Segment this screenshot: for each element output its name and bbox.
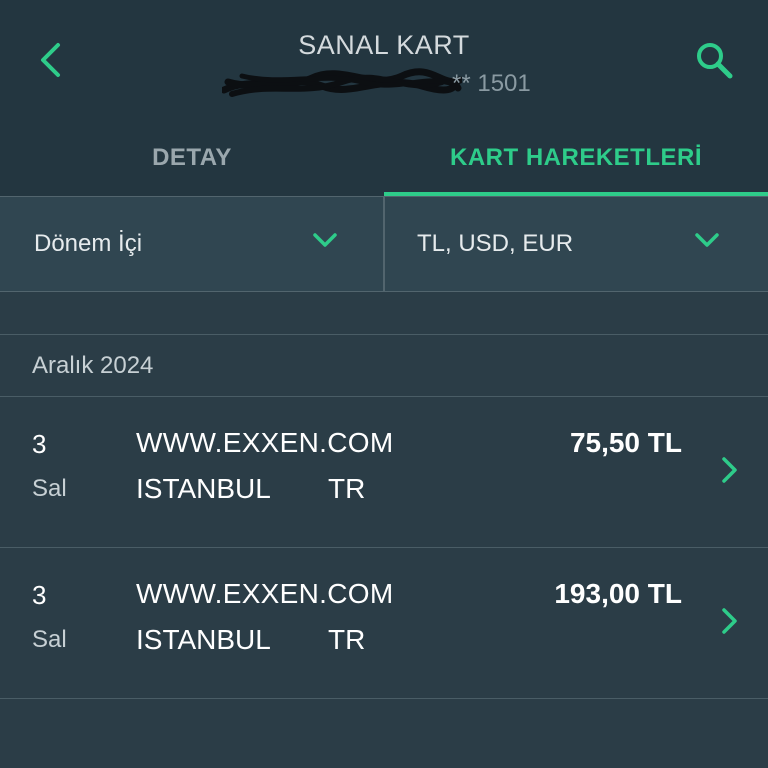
- transaction-day: 3: [32, 429, 47, 459]
- transaction-day: 3: [32, 580, 47, 610]
- screen: SANAL KART ** 1501 DETAY KART HAREKETLER…: [0, 0, 768, 768]
- currency-dropdown-label: TL, USD, EUR: [417, 230, 574, 257]
- page-title: SANAL KART: [298, 30, 470, 60]
- header: SANAL KART ** 1501: [0, 0, 768, 120]
- search-button[interactable]: [690, 36, 738, 84]
- period-dropdown[interactable]: Dönem İçi: [0, 197, 385, 291]
- chevron-right-icon: [722, 457, 737, 483]
- card-number-suffix: ** 1501: [452, 70, 531, 97]
- transaction-amount: 75,50 TL: [569, 427, 682, 458]
- filter-bar: Dönem İçi TL, USD, EUR: [0, 196, 768, 292]
- tab-bar: DETAY KART HAREKETLERİ: [0, 120, 768, 196]
- search-icon: [697, 43, 733, 79]
- transaction-row[interactable]: 3 Sal WWW.EXXEN.COM ISTANBUL TR 193,00 T…: [0, 548, 768, 698]
- transaction-country: TR: [328, 624, 366, 655]
- chevron-down-icon: [695, 233, 719, 247]
- transaction-weekday: Sal: [32, 475, 67, 502]
- transaction-merchant: WWW.EXXEN.COM: [136, 578, 394, 609]
- chevron-right-icon: [722, 608, 737, 634]
- chevron-down-icon: [313, 233, 337, 247]
- transaction-weekday: Sal: [32, 626, 67, 653]
- redaction-scribble: [222, 68, 462, 97]
- tab-kart-hareketleri[interactable]: KART HAREKETLERİ: [384, 120, 768, 196]
- month-section-header: Aralık 2024: [32, 352, 154, 379]
- transaction-city: ISTANBUL: [136, 624, 271, 655]
- tab-detay[interactable]: DETAY: [0, 120, 384, 196]
- transaction-country: TR: [328, 473, 366, 504]
- divider: [0, 698, 768, 699]
- currency-dropdown[interactable]: TL, USD, EUR: [385, 197, 768, 291]
- divider: [0, 334, 768, 335]
- transaction-amount: 193,00 TL: [554, 578, 682, 609]
- period-dropdown-label: Dönem İçi: [34, 230, 143, 257]
- card-number: ** 1501: [0, 66, 768, 102]
- transaction-merchant: WWW.EXXEN.COM: [136, 427, 394, 458]
- transaction-city: ISTANBUL: [136, 473, 271, 504]
- transaction-row[interactable]: 3 Sal WWW.EXXEN.COM ISTANBUL TR 75,50 TL: [0, 397, 768, 547]
